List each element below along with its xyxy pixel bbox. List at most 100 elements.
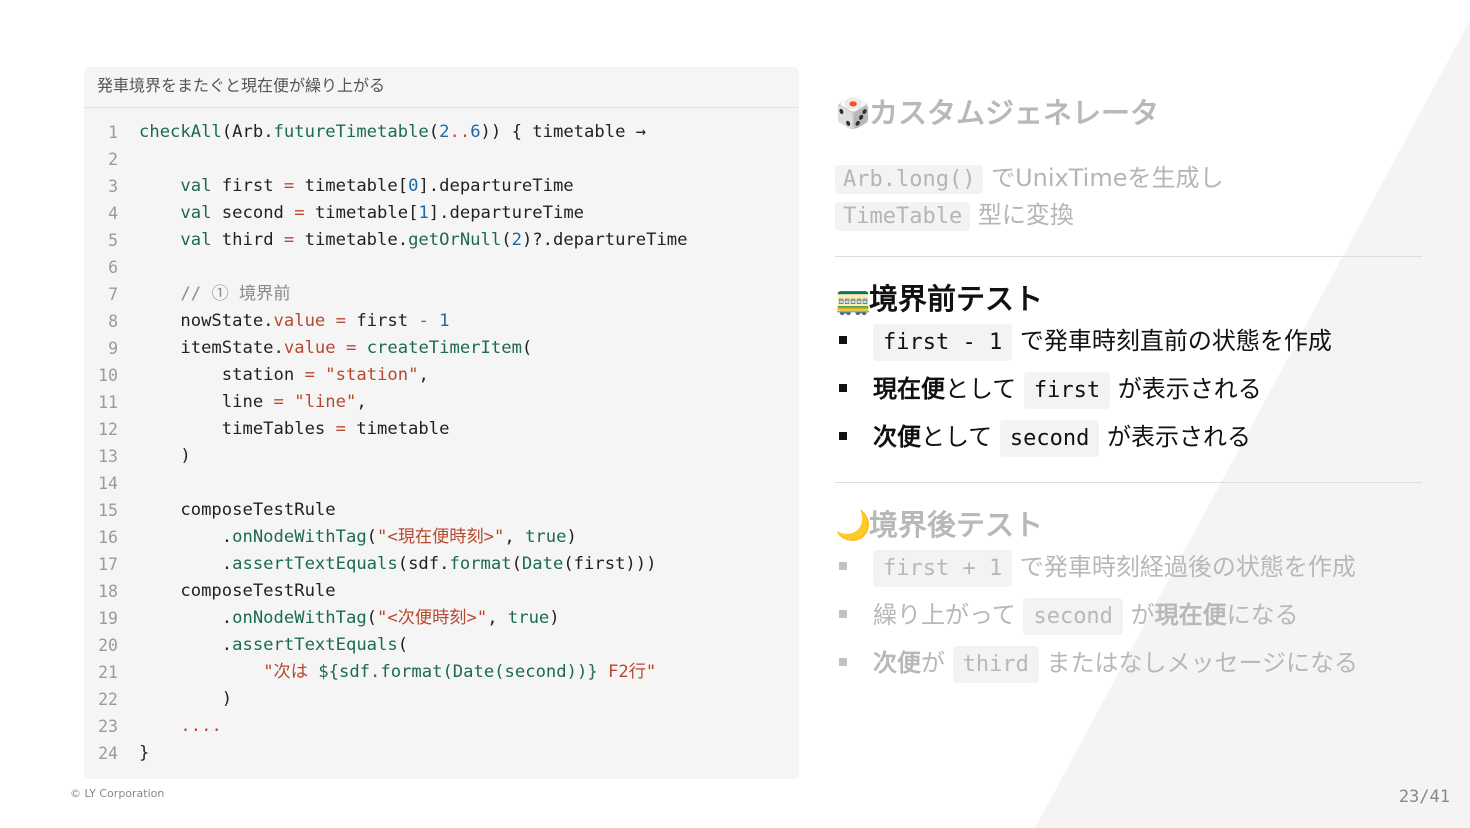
generator-line-2: TimeTable 型に変換 [835,195,1074,231]
code-text: station = "station", [139,365,429,385]
code-line: 22 ) [84,686,799,713]
code-text: .assertTextEquals( [139,635,409,655]
code-line: 8 nowState.value = first - 1 [84,308,799,335]
line-number: 9 [108,339,118,358]
line-number: 5 [108,231,118,250]
inline-code: second [999,420,1100,457]
line-number: 14 [98,474,118,493]
line-number: 8 [108,312,118,331]
code-text: .... [180,716,222,736]
code-line: 16 .onNodeWithTag("<現在便時刻>", true) [84,524,799,551]
generator-line-1: Arb.long() でUnixTimeを生成し [835,158,1224,194]
bullet-item: 次便が third またはなしメッセージになる [835,643,1358,683]
code-text: line = "line", [139,392,367,412]
text: として [945,375,1017,403]
line-number: 11 [98,393,118,412]
code-text: .onNodeWithTag("<次便時刻>", true) [139,608,560,628]
line-number: 19 [98,609,118,628]
code-line: 3 val first = timetable[0].departureTime [84,173,799,200]
code-line: 21 "次は ${sdf.format(Date(second))} F2行" [84,659,799,686]
section-title: カスタムジェネレータ [869,96,1160,130]
text: が [1130,601,1155,629]
text: が表示される [1107,423,1252,451]
page-number: 23/41 [1398,787,1450,807]
line-number: 22 [98,690,118,709]
text: で発車時刻直前の状態を作成 [1019,327,1332,355]
code-line: 9 itemState.value = createTimerItem( [84,335,799,362]
section-before-boundary-heading: 🚃境界前テスト [835,276,1043,318]
line-number: 7 [108,285,118,304]
code-text: // ① 境界前 [180,284,291,304]
code-text: ) [139,689,233,709]
moon-icon: 🌙 [835,508,872,542]
code-line: 14 [84,470,799,497]
text: でUnixTimeを生成し [991,164,1224,192]
line-number: 23 [98,717,118,736]
code-text: val third = timetable.getOrNull(2)?.depa… [180,230,688,250]
section-title: 境界後テスト [869,508,1044,542]
code-line: 12 timeTables = timetable [84,416,799,443]
bullet-marker [839,610,847,618]
bold-text: 次便 [873,423,921,451]
section-custom-generator-heading: 🎲カスタムジェネレータ [835,90,1159,132]
bold-text: 現在便 [1154,601,1227,629]
code-text: nowState.value = first - 1 [139,311,450,331]
code-text: } [139,743,150,763]
code-text: val first = timetable[0].departureTime [180,176,574,196]
bullet-marker [839,432,847,440]
code-line: 1 checkAll(Arb.futureTimetable(2..6)) { t… [84,119,799,146]
text: が表示される [1117,375,1262,403]
line-number: 18 [98,582,118,601]
code-line: 13 ) [84,443,799,470]
text: として [921,423,993,451]
code-line: 17 .assertTextEquals(sdf.format(Date(fir… [84,551,799,578]
line-number: 10 [98,366,118,385]
line-number: 20 [98,636,118,655]
line-number: 15 [98,501,118,520]
dice-icon: 🎲 [835,96,872,130]
bold-text: 次便 [873,649,921,677]
bullet-marker [839,658,847,666]
inline-code: first [1023,372,1111,409]
divider [835,256,1422,257]
code-text: val second = timetable[1].departureTime [180,203,585,223]
code-body: 1 checkAll(Arb.futureTimetable(2..6)) { t… [84,119,799,767]
inline-code: first + 1 [873,550,1013,587]
bold-text: 現在便 [873,375,945,403]
bullet-item: 繰り上がって second が現在便になる [835,595,1299,635]
line-number: 21 [98,663,118,682]
code-line: 10 station = "station", [84,362,799,389]
code-line: 11 line = "line", [84,389,799,416]
code-text: ) [139,446,191,466]
code-panel-title: 発車境界をまたぐと現在便が繰り上がる [84,67,799,108]
inline-code: first - 1 [873,324,1013,361]
code-line: 15 composeTestRule [84,497,799,524]
line-number: 12 [98,420,118,439]
line-number: 1 [108,123,118,142]
code-line: 23 .... [84,713,799,740]
train-icon: 🚃 [835,282,872,316]
bullet-item: first + 1 で発車時刻経過後の状態を作成 [835,547,1356,587]
line-number: 16 [98,528,118,547]
copyright: © LY Corporation [70,787,165,800]
bullet-marker [839,384,847,392]
section-title: 境界前テスト [869,282,1044,316]
line-number: 2 [108,150,118,169]
line-number: 13 [98,447,118,466]
bullet-item: 現在便として first が表示される [835,369,1262,409]
code-line: 7 // ① 境界前 [84,281,799,308]
code-line: 20 .assertTextEquals( [84,632,799,659]
line-number: 6 [108,258,118,277]
text: またはなしメッセージになる [1046,649,1359,677]
code-text: composeTestRule [139,500,336,520]
text: 繰り上がって [873,601,1016,629]
inline-code: Arb.long() [835,165,984,194]
section-after-boundary-heading: 🌙境界後テスト [835,502,1043,544]
code-line: 6 [84,254,799,281]
code-line: 2 [84,146,799,173]
line-number: 17 [98,555,118,574]
code-text: timeTables = timetable [139,419,450,439]
line-number: 24 [98,744,118,763]
code-text: .onNodeWithTag("<現在便時刻>", true) [139,527,577,547]
code-text: "次は ${sdf.format(Date(second))} F2行" [263,662,657,682]
